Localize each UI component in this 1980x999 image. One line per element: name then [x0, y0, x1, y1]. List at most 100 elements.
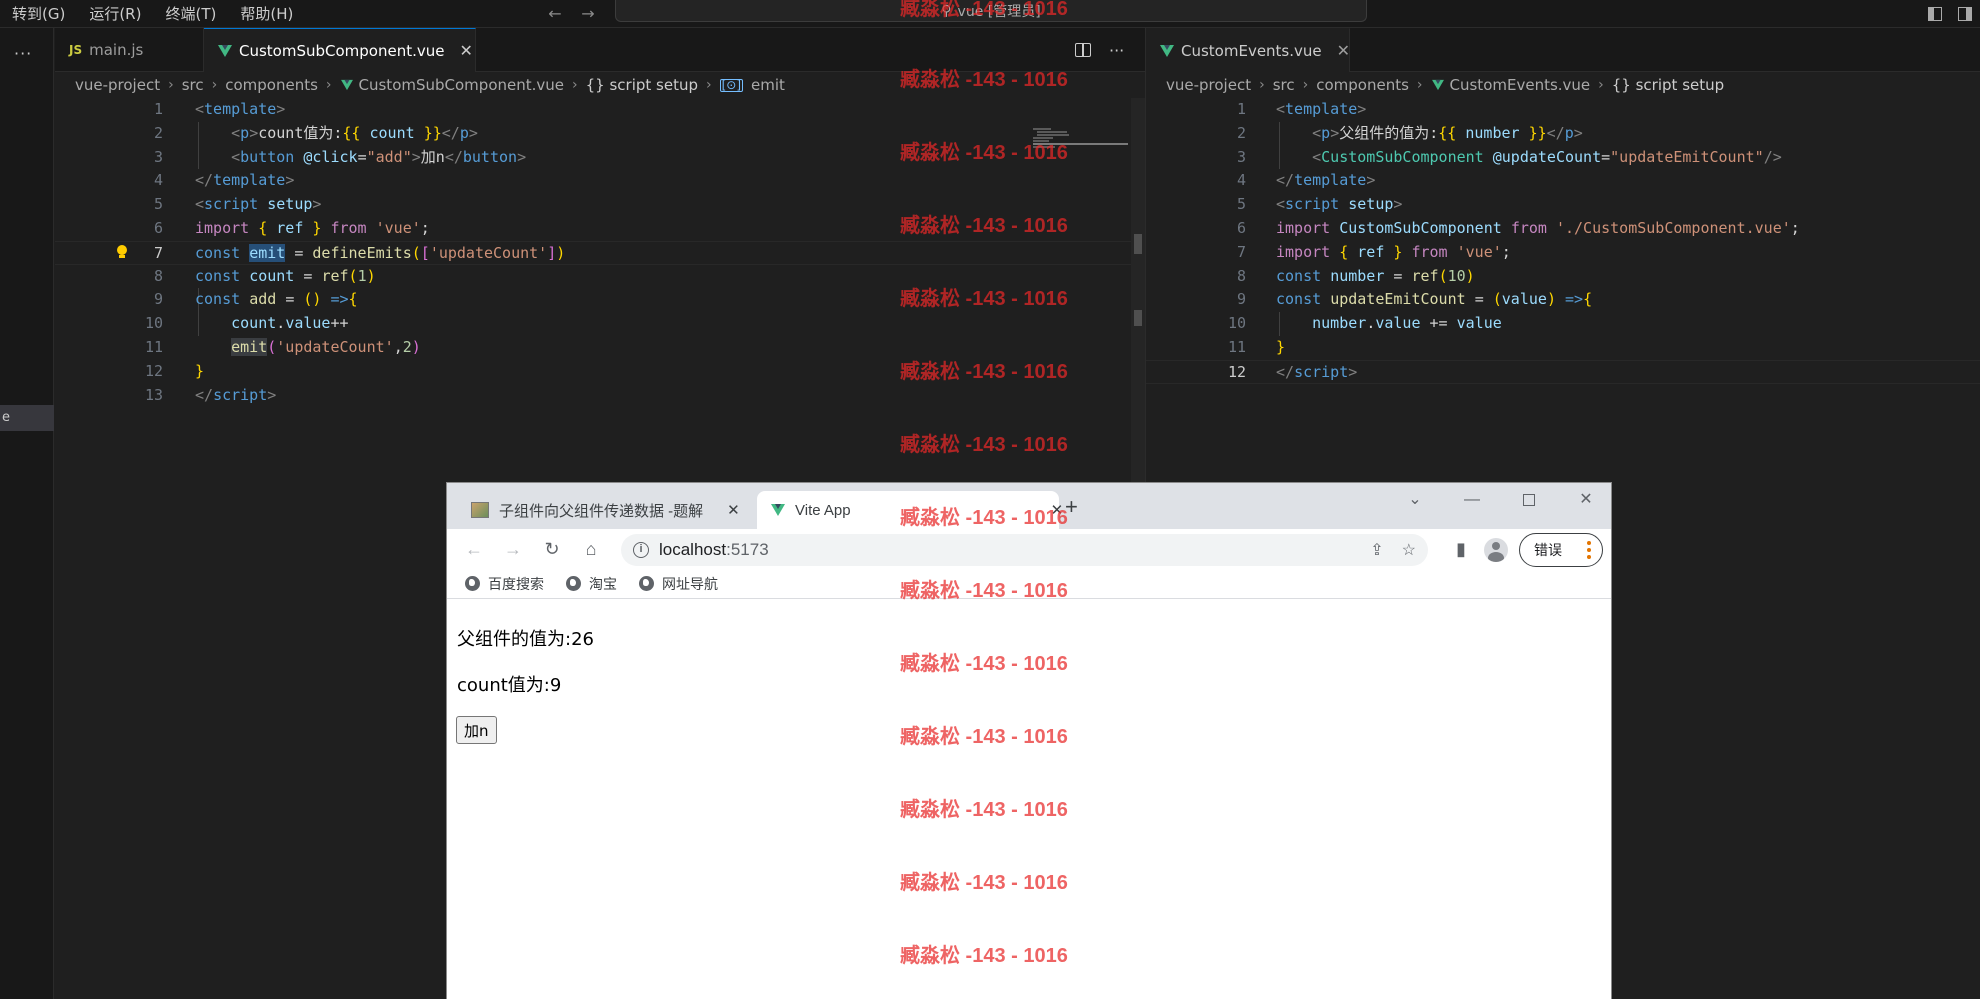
breadcrumb-item[interactable]: components	[225, 76, 318, 94]
add-n-button[interactable]: 加n	[456, 716, 497, 744]
menu-goto[interactable]: 转到(G)	[0, 3, 77, 24]
browser-tab-tijie[interactable]: 子组件向父组件传递数据 -题解 ✕	[457, 491, 757, 529]
browser-tab-vite-app[interactable]: Vite App ✕	[757, 491, 1063, 529]
toggle-primary-sidebar-button[interactable]	[1920, 0, 1950, 28]
layout-controls	[1920, 0, 1980, 28]
breadcrumb-item[interactable]: vue-project	[1166, 76, 1251, 94]
code-line: 9 const updateEmitCount = (value) =>{	[1146, 288, 1980, 312]
globe-icon	[639, 576, 654, 591]
toggle-secondary-sidebar-button[interactable]	[1950, 0, 1980, 28]
home-icon[interactable]: ⌂	[578, 536, 604, 562]
menu-run[interactable]: 运行(R)	[77, 3, 153, 24]
side-panel-icon[interactable]: ▮	[1448, 536, 1474, 562]
tab-bar-right: CustomEvents.vue ✕	[1146, 28, 1980, 72]
vue-file-icon	[218, 44, 232, 57]
address-bar[interactable]: i localhost:5173 ⇪ ☆	[621, 534, 1428, 566]
close-icon[interactable]: ✕	[459, 41, 472, 60]
url-port: :5173	[726, 540, 769, 559]
menu-terminal[interactable]: 终端(T)	[153, 3, 228, 24]
code-line: 3 <CustomSubComponent @updateCount="upda…	[1146, 146, 1980, 170]
breadcrumb-item[interactable]: vue-project	[75, 76, 160, 94]
tab-customsubcomponent-vue[interactable]: CustomSubComponent.vue ✕	[204, 28, 476, 72]
bookmark-item[interactable]: 网址导航	[639, 574, 718, 594]
command-center-search[interactable]: ⚲ vue [管理员]	[615, 0, 1367, 22]
code-line: 7 import { ref } from 'vue';	[1146, 241, 1980, 265]
vue-file-icon	[340, 79, 353, 91]
menu-help[interactable]: 帮助(H)	[228, 3, 305, 24]
more-actions-icon[interactable]: ···	[14, 44, 32, 63]
reload-icon[interactable]: ↻	[539, 536, 565, 562]
chevron-right-icon: ›	[706, 77, 712, 93]
bookmark-item[interactable]: 淘宝	[566, 574, 617, 594]
error-button[interactable]: 错误	[1519, 533, 1603, 567]
close-icon[interactable]: ✕	[727, 501, 740, 519]
code-line: 1 <template>	[55, 98, 1145, 122]
bookmarks-bar: 百度搜索 淘宝 网址导航	[447, 569, 1611, 599]
search-icon: ⚲	[941, 2, 952, 19]
line-number: 8	[153, 266, 163, 285]
menu-dots-icon	[1587, 541, 1591, 561]
close-icon[interactable]: ✕	[1051, 501, 1064, 519]
explorer-selected-item[interactable]: e	[0, 405, 54, 431]
line-number: 7	[1236, 242, 1246, 261]
line-number: 10	[144, 314, 163, 333]
bookmark-star-icon[interactable]: ☆	[1402, 540, 1416, 560]
code-line: 6 import { ref } from 'vue';	[55, 217, 1145, 241]
code-line: 2 <p>count值为:{{ count }}</p>	[55, 122, 1145, 146]
code-line: 5 <script setup>	[55, 193, 1145, 217]
code-editor-right[interactable]: 1 <template> 2 <p>父组件的值为:{{ number }}</p>…	[1146, 98, 1980, 384]
breadcrumb-item[interactable]: src	[182, 76, 204, 94]
chevron-right-icon: ›	[1416, 77, 1423, 93]
vue-favicon-icon	[771, 504, 785, 516]
minimap[interactable]	[1033, 128, 1128, 158]
line-number: 2	[1236, 123, 1246, 142]
address-bar-actions: ⇪ ☆	[1370, 534, 1428, 566]
line-number: 11	[144, 337, 163, 356]
code-line: 10 number.value += value	[1146, 312, 1980, 336]
close-window-icon[interactable]: ✕	[1574, 489, 1598, 511]
forward-arrow-icon[interactable]: →	[577, 3, 599, 25]
breadcrumb-item[interactable]: {} script setup	[586, 76, 698, 94]
breadcrumb-item[interactable]: {} script setup	[1612, 76, 1724, 94]
tab-customevents-vue[interactable]: CustomEvents.vue ✕	[1146, 28, 1350, 72]
js-file-icon: JS	[69, 43, 83, 57]
breadcrumb-item[interactable]: CustomEvents.vue	[1450, 76, 1591, 94]
site-info-icon[interactable]: i	[633, 542, 649, 558]
error-button-label: 错误	[1534, 542, 1562, 558]
bookmark-label: 百度搜索	[488, 575, 544, 592]
split-editor-icon[interactable]	[1075, 43, 1091, 57]
chevron-right-icon: ›	[1259, 77, 1265, 93]
code-editor-left[interactable]: 1 <template> 2 <p>count值为:{{ count }}</p>…	[55, 98, 1145, 407]
code-line: 1 <template>	[1146, 98, 1980, 122]
close-icon[interactable]: ✕	[1337, 41, 1350, 60]
explorer-strip: ··· e	[0, 28, 54, 999]
more-actions-icon[interactable]: ···	[1109, 41, 1124, 60]
code-line: 3 <button @click="add">加n</button>	[55, 146, 1145, 170]
maximize-icon[interactable]	[1517, 489, 1541, 511]
profile-avatar[interactable]	[1484, 538, 1508, 562]
minimize-icon[interactable]: —	[1460, 489, 1484, 511]
breadcrumb-item[interactable]: components	[1316, 76, 1409, 94]
back-arrow-icon[interactable]: ←	[544, 3, 566, 25]
breadcrumb-item[interactable]: CustomSubComponent.vue	[359, 76, 564, 94]
line-number: 3	[1236, 147, 1246, 166]
breadcrumb-item[interactable]: src	[1273, 76, 1295, 94]
bookmark-item[interactable]: 百度搜索	[465, 574, 544, 594]
variable-symbol-icon: [⊙]	[719, 77, 744, 92]
line-number: 1	[1236, 100, 1246, 118]
line-number: 5	[1236, 195, 1246, 214]
forward-icon[interactable]: →	[500, 536, 526, 562]
tab-main-js[interactable]: JS main.js	[55, 28, 204, 72]
tab-search-chevron-icon[interactable]: ⌄	[1403, 489, 1427, 511]
breadcrumb-item[interactable]: emit	[751, 76, 785, 94]
tab-bar-left: JS main.js CustomSubComponent.vue ✕ ···	[55, 28, 1145, 72]
new-tab-icon[interactable]: +	[1065, 494, 1078, 520]
back-icon[interactable]: ←	[461, 536, 487, 562]
code-line: 13 </script>	[55, 384, 1145, 408]
line-number: 9	[1236, 290, 1246, 309]
code-line: 12}	[55, 360, 1145, 384]
share-icon[interactable]: ⇪	[1370, 540, 1383, 560]
line-number: 13	[144, 385, 163, 404]
code-line: 5 <script setup>	[1146, 193, 1980, 217]
line-number: 6	[1236, 218, 1246, 237]
